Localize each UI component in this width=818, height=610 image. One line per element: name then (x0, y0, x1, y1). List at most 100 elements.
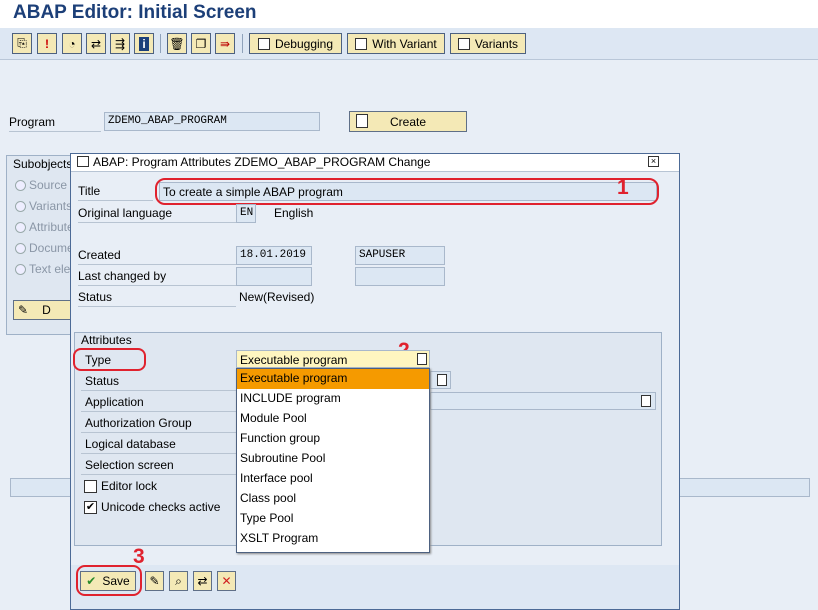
type-option[interactable]: Type Pool (237, 509, 429, 529)
radio-source-label: Source (29, 178, 68, 192)
application-select-tail[interactable] (430, 392, 656, 410)
activate-icon[interactable]: ◔ (62, 33, 82, 54)
radio-icon (15, 243, 26, 255)
attributes-group-label: Attributes (81, 333, 132, 347)
type-option[interactable]: Executable program (237, 369, 429, 389)
created-underline (78, 264, 236, 265)
created-date: 18.01.2019 (236, 246, 312, 265)
application-label: Application (85, 395, 144, 409)
auth-group-label: Authorization Group (85, 416, 192, 430)
auth-group-underline (81, 432, 236, 433)
annotation-number-1: 1 (617, 176, 629, 199)
editor-lock-checkbox[interactable]: Editor lock (84, 479, 158, 494)
application-toolbar: ⎘ ! ◔ ⇄ ⇶ i 🗑 ❐ ⇛ Debugging With Variant… (0, 28, 818, 60)
status2-underline (81, 390, 236, 391)
dropdown-icon[interactable] (437, 374, 447, 386)
with-variant-label: With Variant (372, 36, 437, 51)
dialog-footer: ✔ Save ✎ ⌕ ⇄ ✕ 3 (71, 545, 679, 609)
original-language-label: Original language (78, 206, 173, 220)
where-used-icon[interactable]: ⇄ (86, 33, 106, 54)
unicode-checkbox[interactable]: ✔ Unicode checks active (84, 500, 221, 515)
application-underline (81, 411, 236, 412)
title-label: Title (78, 184, 101, 198)
object-list-icon[interactable]: ⎘ (12, 33, 32, 54)
editor-lock-label: Editor lock (101, 479, 158, 493)
type-dropdown-list: Executable program INCLUDE program Modul… (236, 368, 430, 553)
navigate-icon[interactable]: ⇶ (110, 33, 130, 54)
delete-icon[interactable]: 🗑 (167, 33, 187, 54)
with-variant-icon (355, 37, 368, 50)
display-button[interactable]: ✎ D (13, 300, 73, 320)
original-language-underline (78, 222, 236, 223)
debugging-button[interactable]: Debugging (249, 33, 342, 54)
annotation-box-1 (155, 178, 659, 205)
program-attributes-dialog: ABAP: Program Attributes ZDEMO_ABAP_PROG… (70, 153, 680, 610)
variants-button[interactable]: Variants (450, 33, 526, 54)
dropdown-icon[interactable] (417, 353, 427, 365)
selection-screen-label: Selection screen (85, 458, 174, 472)
radio-variants-label: Variants (29, 199, 73, 213)
info-icon[interactable]: ! (37, 33, 57, 54)
create-button[interactable]: Create (349, 111, 467, 132)
original-language-code[interactable]: EN (236, 204, 256, 223)
toolbar-separator (242, 34, 243, 53)
selection-screen-underline (81, 474, 236, 475)
unicode-label: Unicode checks active (101, 500, 221, 514)
type-option[interactable]: Function group (237, 429, 429, 449)
rename-icon[interactable]: ⇛ (215, 33, 235, 54)
dialog-title-bar: ABAP: Program Attributes ZDEMO_ABAP_PROG… (71, 154, 679, 172)
program-label: Program (9, 115, 56, 129)
radio-source[interactable]: Source (15, 178, 67, 192)
display-icon: ✎ (18, 303, 29, 317)
radio-icon (15, 264, 26, 276)
subobjects-group: Subobjects Source Variants Attributes Do… (6, 155, 110, 335)
info-system-icon[interactable]: i (134, 33, 154, 54)
status2-label: Status (85, 374, 120, 388)
variants-icon (457, 37, 470, 50)
transfer-icon[interactable]: ⇄ (193, 571, 212, 591)
dialog-title: ABAP: Program Attributes ZDEMO_ABAP_PROG… (93, 155, 431, 169)
last-changed-user (355, 267, 445, 286)
create-label: Create (389, 114, 427, 129)
status-value: New(Revised) (239, 290, 315, 304)
type-select[interactable]: Executable program (236, 350, 430, 368)
logical-db-underline (81, 453, 236, 454)
debugging-label: Debugging (274, 36, 334, 51)
type-option[interactable]: Interface pool (237, 469, 429, 489)
variants-label: Variants (474, 36, 519, 51)
type-option[interactable]: Module Pool (237, 409, 429, 429)
original-language-name: English (274, 206, 314, 220)
checkmark-icon: ✔ (84, 501, 97, 515)
title-bar: ABAP Editor: Initial Screen (0, 0, 818, 28)
annotation-box-3 (76, 565, 142, 596)
close-icon[interactable]: × (648, 156, 659, 167)
created-label: Created (78, 248, 121, 262)
dialog-edit-icon (77, 156, 89, 167)
debugging-icon (257, 37, 270, 50)
toolbar-separator (160, 34, 161, 53)
checkbox-icon (84, 480, 97, 494)
last-changed-underline (78, 285, 236, 286)
type-option[interactable]: Subroutine Pool (237, 449, 429, 469)
logical-db-label: Logical database (85, 437, 176, 451)
program-label-underline (9, 131, 101, 132)
created-user: SAPUSER (355, 246, 445, 265)
program-input[interactable]: ZDEMO_ABAP_PROGRAM (104, 112, 320, 131)
edit-icon[interactable]: ✎ (145, 571, 164, 591)
display-label: D (42, 303, 51, 317)
radio-icon (15, 180, 26, 192)
with-variant-button[interactable]: With Variant (347, 33, 445, 54)
radio-icon (15, 222, 26, 234)
dropdown-icon[interactable] (641, 395, 651, 407)
type-option[interactable]: Class pool (237, 489, 429, 509)
title-label-underline (78, 200, 153, 201)
type-option[interactable]: XSLT Program (237, 529, 429, 549)
annotation-number-3: 3 (133, 545, 145, 568)
cancel-icon[interactable]: ✕ (217, 571, 236, 591)
status-underline (78, 306, 236, 307)
type-option[interactable]: INCLUDE program (237, 389, 429, 409)
copy-icon[interactable]: ❐ (191, 33, 211, 54)
search-icon[interactable]: ⌕ (169, 571, 188, 591)
radio-variants[interactable]: Variants (15, 199, 72, 213)
last-changed-date (236, 267, 312, 286)
